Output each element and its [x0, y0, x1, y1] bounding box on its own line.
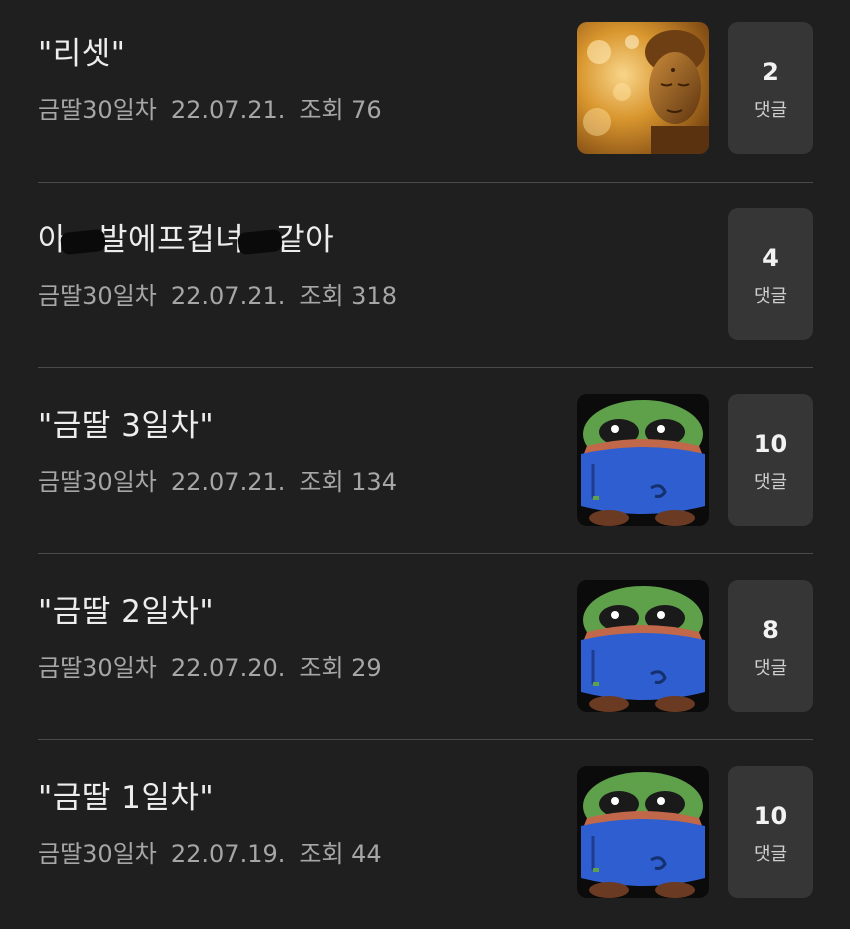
post-thumbnail[interactable]	[577, 394, 709, 526]
post-meta: 금딸30일차 22.07.19. 조회 44	[38, 834, 396, 869]
post-meta: 금딸30일차 22.07.20. 조회 29	[38, 648, 396, 683]
post-author: 금딸30일차	[38, 654, 157, 682]
comment-count-button[interactable]: 10 댓글	[728, 766, 813, 898]
buddha-statue-image	[577, 22, 709, 154]
post-thumbnail[interactable]	[577, 22, 709, 154]
post-item[interactable]: "리셋" 금딸30일차 22.07.21. 조회 76 2 댓글	[0, 0, 850, 185]
post-views: 조회 76	[299, 96, 382, 124]
post-date: 22.07.21.	[170, 282, 286, 310]
divider	[38, 367, 813, 368]
divider	[38, 182, 813, 183]
post-list: "리셋" 금딸30일차 22.07.21. 조회 76 2 댓글 아 발에프컵녀…	[0, 0, 850, 920]
post-views: 조회 134	[299, 468, 397, 496]
post-title[interactable]: "금딸 1일차"	[38, 772, 214, 817]
post-item[interactable]: "금딸 2일차" 금딸30일차 22.07.20. 조회 29 8 댓글	[0, 558, 850, 743]
post-views: 조회 44	[299, 840, 382, 868]
post-author: 금딸30일차	[38, 468, 157, 496]
post-date: 22.07.21.	[170, 468, 286, 496]
post-meta: 금딸30일차 22.07.21. 조회 318	[38, 276, 411, 311]
comment-count-button[interactable]: 8 댓글	[728, 580, 813, 712]
redaction-mark	[60, 228, 107, 255]
comment-count-button[interactable]: 10 댓글	[728, 394, 813, 526]
post-date: 22.07.19.	[170, 840, 286, 868]
post-title[interactable]: "리셋"	[38, 28, 126, 73]
redaction-mark	[237, 228, 284, 255]
post-title-part: 발에프컵녀	[99, 222, 245, 258]
pepe-blanket-image	[577, 394, 709, 526]
divider	[38, 739, 813, 740]
comment-label: 댓글	[753, 844, 788, 865]
comment-count: 10	[753, 802, 788, 830]
post-item[interactable]: "금딸 3일차" 금딸30일차 22.07.21. 조회 134 10 댓글	[0, 372, 850, 557]
post-item[interactable]: 아 발에프컵녀 같아 금딸30일차 22.07.21. 조회 318 4 댓글	[0, 186, 850, 371]
post-thumbnail[interactable]	[577, 766, 709, 898]
post-date: 22.07.20.	[170, 654, 286, 682]
post-author: 금딸30일차	[38, 282, 157, 310]
post-title-part: 같아	[276, 222, 335, 258]
comment-label: 댓글	[753, 472, 788, 493]
post-item[interactable]: "금딸 1일차" 금딸30일차 22.07.19. 조회 44 10 댓글	[0, 744, 850, 929]
post-author: 금딸30일차	[38, 96, 157, 124]
pepe-blanket-image	[577, 766, 709, 898]
comment-count-button[interactable]: 2 댓글	[728, 22, 813, 154]
pepe-blanket-image	[577, 580, 709, 712]
comment-count-button[interactable]: 4 댓글	[728, 208, 813, 340]
post-meta: 금딸30일차 22.07.21. 조회 76	[38, 90, 396, 125]
post-views: 조회 318	[299, 282, 397, 310]
comment-count: 10	[753, 430, 788, 458]
post-meta: 금딸30일차 22.07.21. 조회 134	[38, 462, 411, 497]
comment-label: 댓글	[753, 100, 788, 121]
post-title[interactable]: "금딸 3일차"	[38, 400, 214, 445]
post-title[interactable]: 아 발에프컵녀 같아	[38, 214, 334, 259]
post-thumbnail[interactable]	[577, 580, 709, 712]
post-date: 22.07.21.	[170, 96, 286, 124]
post-title[interactable]: "금딸 2일차"	[38, 586, 214, 631]
comment-count: 2	[762, 58, 779, 86]
post-views: 조회 29	[299, 654, 382, 682]
divider	[38, 553, 813, 554]
post-author: 금딸30일차	[38, 840, 157, 868]
comment-label: 댓글	[753, 286, 788, 307]
comment-count: 8	[762, 616, 779, 644]
comment-count: 4	[762, 244, 779, 272]
comment-label: 댓글	[753, 658, 788, 679]
